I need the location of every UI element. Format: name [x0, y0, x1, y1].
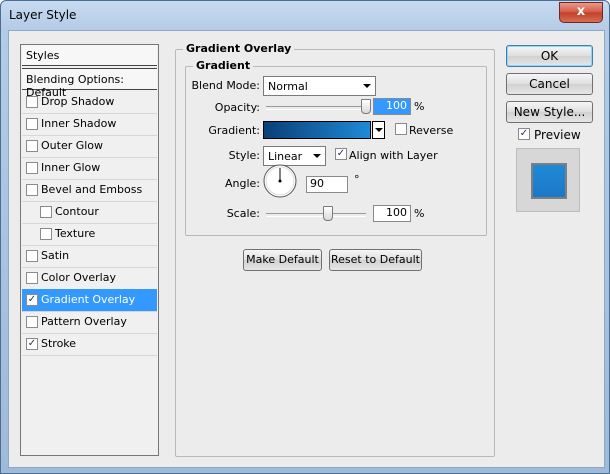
style-item-label: Pattern Overlay — [41, 315, 127, 328]
angle-dial-icon — [263, 164, 297, 198]
gradient-dropdown-button[interactable] — [372, 121, 385, 139]
style-item-gradient-overlay[interactable]: ✓ Gradient Overlay — [22, 289, 157, 312]
reset-to-default-button[interactable]: Reset to Default — [329, 249, 422, 271]
style-item-label: Gradient Overlay — [41, 293, 136, 306]
preview-thumbnail — [516, 148, 580, 212]
blending-options[interactable]: Blending Options: Default — [22, 68, 157, 99]
opacity-slider-thumb[interactable] — [361, 99, 371, 114]
chevron-down-icon — [313, 154, 321, 158]
gradient-overlay-checkbox[interactable]: ✓ — [26, 294, 38, 306]
preview-swatch — [531, 163, 567, 199]
style-item-drop-shadow[interactable]: Drop Shadow — [22, 91, 157, 114]
texture-checkbox[interactable] — [40, 228, 52, 240]
style-item-inner-shadow[interactable]: Inner Shadow — [22, 113, 157, 136]
style-item-bevel-emboss[interactable]: Bevel and Emboss — [22, 179, 157, 202]
style-item-label: Inner Glow — [41, 161, 101, 174]
style-item-label: Bevel and Emboss — [41, 183, 143, 196]
chevron-down-icon — [375, 128, 383, 132]
angle-dial[interactable] — [263, 164, 297, 198]
style-item-label: Contour — [55, 205, 99, 218]
section-title: Gradient Overlay — [183, 42, 295, 55]
blend-mode-select[interactable]: Normal — [263, 76, 376, 96]
outer-glow-checkbox[interactable] — [26, 140, 38, 152]
title-bar[interactable]: Layer Style x — [1, 1, 609, 28]
chevron-down-icon — [363, 84, 371, 88]
style-item-pattern-overlay[interactable]: Pattern Overlay — [22, 311, 157, 334]
layer-style-dialog: Layer Style x Styles Blending Options: D… — [0, 0, 610, 474]
styles-list: Styles Blending Options: Default Drop Sh… — [20, 44, 159, 456]
reverse-label: Reverse — [409, 124, 454, 137]
style-value: Linear — [268, 150, 303, 163]
style-item-stroke[interactable]: ✓ Stroke — [22, 333, 157, 356]
gradient-group-title: Gradient — [193, 59, 254, 72]
preview-label: Preview — [534, 128, 581, 142]
style-item-contour[interactable]: Contour — [22, 201, 157, 224]
inner-glow-checkbox[interactable] — [26, 162, 38, 174]
pattern-overlay-checkbox[interactable] — [26, 316, 38, 328]
new-style-button[interactable]: New Style... — [506, 101, 593, 123]
preview-checkbox[interactable]: ✓ — [518, 128, 530, 140]
gradient-label: Gradient: — [208, 124, 260, 137]
style-item-satin[interactable]: Satin — [22, 245, 157, 268]
ok-button[interactable]: OK — [506, 45, 593, 67]
angle-input[interactable]: 90 — [306, 176, 348, 193]
style-item-label: Drop Shadow — [41, 95, 115, 108]
reverse-checkbox[interactable] — [395, 123, 407, 135]
contour-checkbox[interactable] — [40, 206, 52, 218]
gradient-overlay-group: Gradient Overlay Gradient Blend Mode: No… — [175, 42, 495, 457]
bevel-emboss-checkbox[interactable] — [26, 184, 38, 196]
style-item-label: Satin — [41, 249, 70, 262]
make-default-button[interactable]: Make Default — [243, 249, 322, 271]
styles-header-label: Styles — [26, 49, 60, 62]
cancel-button[interactable]: Cancel — [506, 73, 593, 95]
align-with-layer-checkbox[interactable]: ✓ — [335, 148, 347, 160]
opacity-slider[interactable] — [266, 106, 366, 110]
align-with-layer-label: Align with Layer — [349, 149, 438, 162]
scale-slider-thumb[interactable] — [323, 206, 333, 221]
opacity-unit: % — [414, 100, 425, 113]
gradient-picker[interactable] — [263, 121, 371, 139]
dialog-body: Styles Blending Options: Default Drop Sh… — [8, 30, 605, 468]
window-title: Layer Style — [9, 8, 77, 22]
close-button[interactable]: x — [559, 2, 603, 23]
blend-mode-value: Normal — [268, 80, 308, 93]
style-item-texture[interactable]: Texture — [22, 223, 157, 246]
scale-input[interactable]: 100 — [373, 205, 411, 222]
drop-shadow-checkbox[interactable] — [26, 96, 38, 108]
stroke-checkbox[interactable]: ✓ — [26, 338, 38, 350]
opacity-input[interactable]: 100 — [373, 98, 411, 115]
blend-mode-label: Blend Mode: — [191, 79, 261, 92]
scale-slider[interactable] — [266, 213, 366, 217]
style-item-color-overlay[interactable]: Color Overlay — [22, 267, 157, 290]
satin-checkbox[interactable] — [26, 250, 38, 262]
style-select[interactable]: Linear — [263, 146, 326, 166]
style-label: Style: — [228, 149, 260, 162]
angle-label: Angle: — [224, 177, 260, 190]
scale-unit: % — [414, 207, 425, 220]
scale-label: Scale: — [226, 207, 260, 220]
style-item-label: Stroke — [41, 337, 77, 350]
color-overlay-checkbox[interactable] — [26, 272, 38, 284]
style-item-label: Texture — [55, 227, 96, 240]
style-item-label: Outer Glow — [41, 139, 104, 152]
inner-shadow-checkbox[interactable] — [26, 118, 38, 130]
style-item-label: Color Overlay — [41, 271, 116, 284]
opacity-label: Opacity: — [214, 101, 260, 114]
style-item-inner-glow[interactable]: Inner Glow — [22, 157, 157, 180]
style-item-outer-glow[interactable]: Outer Glow — [22, 135, 157, 158]
gradient-group: Gradient Blend Mode: Normal Opacity: 100… — [185, 59, 487, 236]
angle-unit: ° — [354, 173, 360, 186]
style-item-label: Inner Shadow — [41, 117, 117, 130]
close-icon: x — [576, 4, 586, 19]
styles-header[interactable]: Styles — [22, 45, 157, 66]
